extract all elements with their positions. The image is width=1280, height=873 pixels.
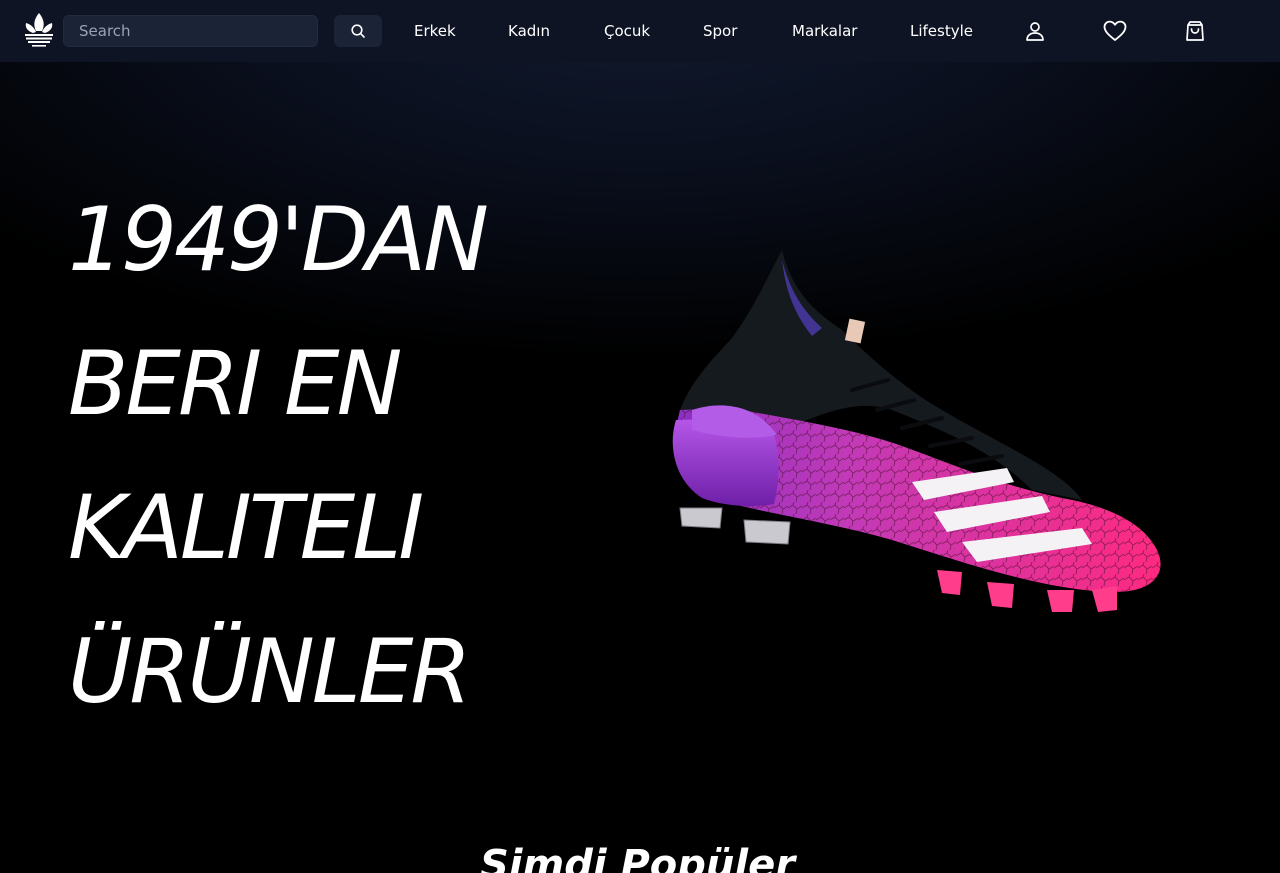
nav-link-lifestyle[interactable]: Lifestyle [910, 20, 973, 42]
nav-link-cocuk[interactable]: Çocuk [604, 20, 650, 42]
user-icon [1026, 22, 1044, 41]
top-nav: Erkek Kadın Çocuk Spor Markalar Lifestyl… [0, 0, 1280, 62]
trefoil-logo-icon [25, 13, 53, 47]
brand-logo[interactable] [22, 11, 56, 51]
account-button[interactable] [1022, 18, 1048, 44]
nav-link-spor[interactable]: Spor [703, 20, 737, 42]
page: Erkek Kadın Çocuk Spor Markalar Lifestyl… [0, 0, 1280, 873]
shopping-bag-icon [1186, 21, 1204, 41]
search-button[interactable] [334, 15, 382, 47]
hero-title-line: KALITELI [68, 476, 424, 579]
hero-title-line: 1949'DAN [68, 188, 489, 291]
nav-link-kadin[interactable]: Kadın [508, 20, 550, 42]
hero-title-line: BERI EN [68, 332, 402, 435]
cart-button[interactable] [1182, 18, 1208, 44]
popular-section-title: Şimdi Popüler [480, 842, 795, 873]
nav-link-erkek[interactable]: Erkek [414, 20, 456, 42]
football-boot-image [672, 250, 1161, 612]
heart-icon [1103, 20, 1127, 41]
search-input[interactable] [63, 15, 318, 47]
hero-title: 1949'DAN BERI EN KALITELI ÜRÜNLER [68, 168, 628, 744]
search-icon [350, 23, 366, 39]
hero-title-line: ÜRÜNLER [68, 620, 472, 723]
nav-link-markalar[interactable]: Markalar [792, 20, 857, 42]
wishlist-button[interactable] [1102, 18, 1128, 44]
hero-product-image [662, 250, 1167, 630]
